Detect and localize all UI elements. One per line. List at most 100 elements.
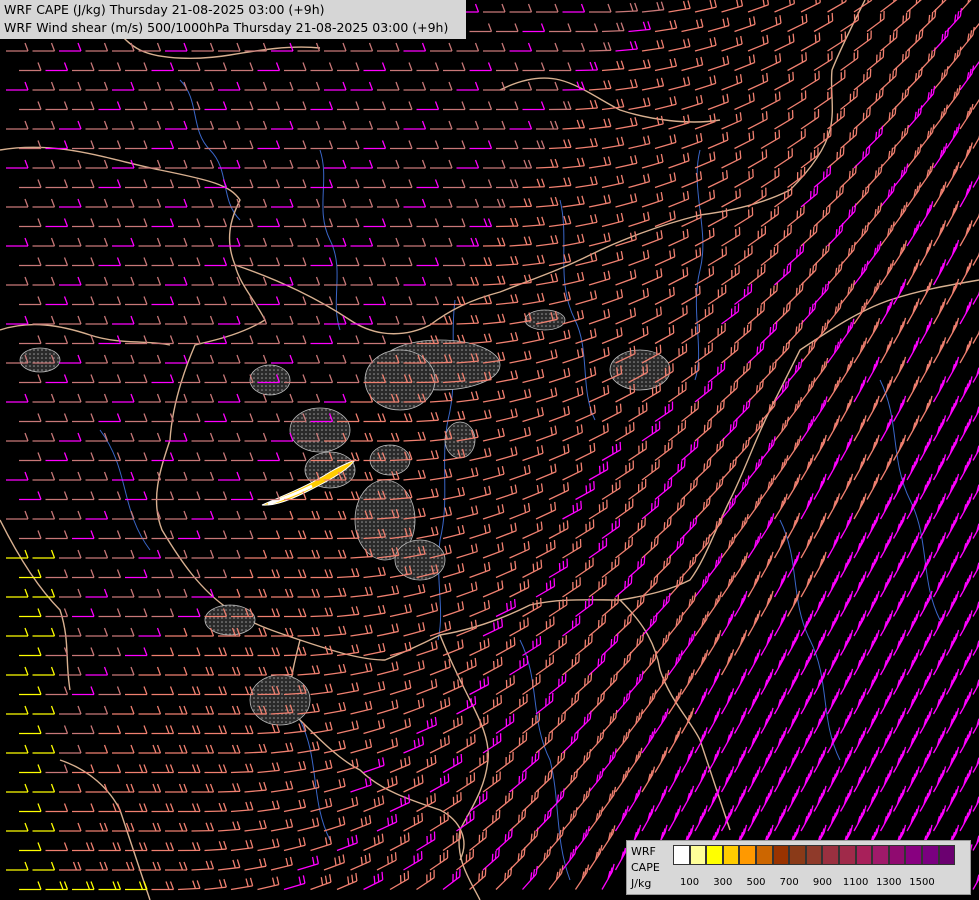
barb-flag bbox=[739, 150, 742, 159]
wind-barb bbox=[363, 62, 387, 72]
barb-flag bbox=[209, 315, 215, 325]
barb-flag bbox=[673, 172, 677, 181]
wind-barb bbox=[257, 257, 281, 267]
wind-barb bbox=[430, 81, 453, 91]
barb-flag bbox=[699, 247, 702, 256]
wind-barb bbox=[826, 493, 841, 520]
barb-flag bbox=[355, 62, 360, 71]
barb-flag bbox=[328, 179, 334, 188]
barb-flag bbox=[581, 309, 585, 319]
barb-shaft bbox=[376, 592, 399, 598]
barb-shaft bbox=[615, 544, 633, 559]
wind-barb bbox=[337, 62, 360, 72]
wind-barb bbox=[813, 512, 827, 539]
barb-flag bbox=[550, 465, 553, 474]
barb-shaft bbox=[522, 262, 545, 267]
wind-barb bbox=[430, 198, 453, 208]
wind-barb bbox=[932, 571, 947, 598]
barb-shaft bbox=[562, 203, 585, 208]
wind-barb bbox=[456, 391, 479, 403]
wind-barb bbox=[297, 237, 321, 247]
wind-barb bbox=[403, 276, 427, 286]
barb-shaft bbox=[482, 549, 504, 559]
barb-flag bbox=[417, 623, 421, 632]
wind-barb bbox=[19, 647, 42, 657]
barb-flag bbox=[779, 53, 782, 62]
wind-barb bbox=[681, 133, 703, 150]
barb-flag bbox=[686, 267, 689, 276]
barb-flag bbox=[156, 159, 162, 169]
wind-barb bbox=[363, 101, 387, 111]
barb-flag bbox=[656, 1, 661, 11]
barb-flag bbox=[710, 419, 712, 428]
barb-flag bbox=[536, 255, 541, 264]
barb-shaft bbox=[495, 453, 518, 462]
wind-barb bbox=[919, 551, 933, 578]
barb-flag bbox=[77, 42, 82, 52]
wind-barb bbox=[575, 519, 595, 540]
barb-flag bbox=[775, 16, 778, 25]
barb-flag bbox=[130, 432, 135, 442]
barb-flag bbox=[90, 179, 95, 188]
barb-flag bbox=[581, 271, 585, 281]
barb-shaft bbox=[482, 321, 505, 325]
barb-flag bbox=[183, 627, 188, 637]
barb-flag bbox=[594, 175, 598, 185]
wind-barb bbox=[151, 140, 175, 150]
barb-flag bbox=[562, 101, 568, 110]
barb-flag bbox=[514, 484, 518, 493]
barb-flag bbox=[616, 137, 620, 146]
barb-shaft bbox=[562, 546, 582, 559]
barb-flag bbox=[501, 389, 506, 399]
wind-barb bbox=[350, 393, 374, 403]
wind-barb bbox=[59, 393, 82, 403]
wind-barb bbox=[390, 101, 413, 111]
barb-flag bbox=[408, 335, 413, 344]
barb-flag bbox=[222, 374, 228, 383]
wind-barb bbox=[324, 276, 347, 286]
wind-barb bbox=[694, 75, 717, 91]
barb-flag bbox=[342, 549, 347, 559]
barb-flag bbox=[302, 335, 307, 344]
wind-barb bbox=[813, 89, 833, 111]
wind-barb bbox=[191, 588, 215, 598]
barb-shaft bbox=[774, 2, 795, 13]
wind-barb bbox=[112, 276, 135, 286]
wind-barb bbox=[575, 328, 597, 345]
wind-barb bbox=[866, 551, 880, 578]
barb-flag bbox=[762, 0, 765, 7]
wind-barb bbox=[165, 237, 188, 247]
wind-barb bbox=[575, 99, 599, 111]
barb-flag bbox=[784, 493, 788, 502]
wind-barb bbox=[377, 120, 400, 130]
barb-flag bbox=[699, 209, 702, 218]
barb-flag bbox=[576, 349, 580, 358]
wind-barb bbox=[827, 261, 843, 286]
barb-shaft bbox=[588, 622, 606, 637]
wind-barb bbox=[562, 119, 586, 130]
wind-barb bbox=[59, 159, 82, 169]
barb-flag bbox=[355, 218, 360, 227]
barb-flag bbox=[116, 491, 122, 500]
barb-flag bbox=[729, 424, 732, 433]
barb-flag bbox=[461, 524, 465, 534]
barb-flag bbox=[90, 218, 95, 227]
wind-barb bbox=[377, 81, 400, 91]
barb-flag bbox=[801, 15, 804, 25]
barb-flag bbox=[839, 299, 843, 308]
barb-flag bbox=[752, 92, 755, 101]
barb-flag bbox=[483, 448, 488, 457]
barb-flag bbox=[63, 218, 69, 227]
wind-barb bbox=[204, 374, 228, 384]
wind-barb bbox=[562, 615, 581, 637]
wind-barb bbox=[879, 454, 894, 481]
barb-shaft bbox=[681, 446, 698, 461]
barb-flag bbox=[739, 112, 742, 121]
barb-flag bbox=[528, 464, 531, 474]
barb-shaft bbox=[575, 526, 595, 540]
barb-flag bbox=[927, 204, 932, 213]
wind-barb bbox=[813, 12, 834, 33]
barb-flag bbox=[567, 215, 572, 224]
barb-flag bbox=[786, 265, 789, 275]
wind-barb bbox=[707, 17, 730, 33]
